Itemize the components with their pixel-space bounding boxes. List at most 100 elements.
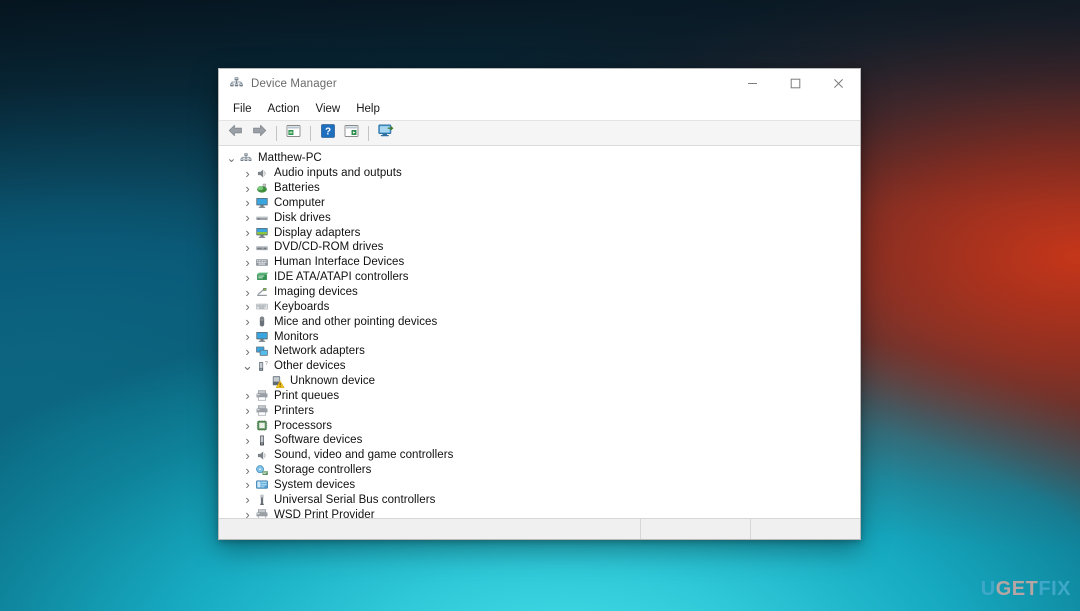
tree-item-label: Keyboards: [274, 300, 330, 313]
computer-root-icon: [238, 151, 254, 165]
tree-row[interactable]: › Universal Serial Bus controllers: [219, 492, 860, 507]
display-adapter-icon: [254, 226, 270, 240]
tree-row[interactable]: › Imaging devices: [219, 285, 860, 300]
properties-button[interactable]: [282, 123, 305, 144]
printer-icon: [254, 389, 270, 403]
tree-row[interactable]: Unknown device: [219, 374, 860, 389]
help-button[interactable]: ?: [316, 123, 339, 144]
chevron-right-icon[interactable]: ›: [241, 344, 254, 359]
window-title: Device Manager: [251, 77, 337, 90]
tree-row[interactable]: › Storage controllers: [219, 463, 860, 478]
chevron-right-icon[interactable]: ›: [241, 166, 254, 181]
tree-item-label: Display adapters: [274, 226, 361, 239]
tree-row[interactable]: › Batteries: [219, 181, 860, 196]
chevron-right-icon[interactable]: ›: [241, 210, 254, 225]
chevron-down-icon[interactable]: ⌄: [225, 151, 238, 165]
tree-row[interactable]: › Monitors: [219, 329, 860, 344]
menu-file[interactable]: File: [225, 100, 260, 119]
ugetfix-watermark: UGETFIX: [981, 579, 1071, 599]
forward-button[interactable]: [248, 123, 271, 144]
status-message: [219, 519, 640, 539]
chevron-right-icon[interactable]: ›: [241, 255, 254, 270]
tree-item-label: Printers: [274, 404, 315, 417]
chevron-right-icon[interactable]: ›: [241, 448, 254, 463]
tree-row[interactable]: › DVD/CD-ROM drives: [219, 240, 860, 255]
tree-row[interactable]: › Audio inputs and outputs: [219, 166, 860, 181]
update-driver-icon: [344, 124, 359, 143]
chevron-right-icon[interactable]: ›: [241, 388, 254, 403]
printer-icon: [254, 404, 270, 418]
tree-item-label: DVD/CD-ROM drives: [274, 241, 384, 254]
chevron-right-icon[interactable]: ›: [241, 225, 254, 240]
tree-item-label: IDE ATA/ATAPI controllers: [274, 271, 409, 284]
mouse-icon: [254, 315, 270, 329]
tree-item-label: Print queues: [274, 389, 340, 402]
scan-hardware-icon: [377, 124, 394, 143]
chevron-right-icon[interactable]: ›: [241, 270, 254, 285]
close-button[interactable]: [817, 69, 860, 98]
chevron-right-icon[interactable]: ›: [241, 433, 254, 448]
keyboard-icon: [254, 300, 270, 314]
minimize-button[interactable]: [731, 69, 774, 98]
tree-row[interactable]: › Software devices: [219, 433, 860, 448]
chevron-right-icon[interactable]: ›: [241, 314, 254, 329]
tree-item-label: Universal Serial Bus controllers: [274, 493, 436, 506]
disk-drive-icon: [254, 211, 270, 225]
menu-view[interactable]: View: [308, 100, 349, 119]
right-arrow-icon: [252, 124, 267, 142]
tree-item-label: Imaging devices: [274, 286, 358, 299]
back-button[interactable]: [224, 123, 247, 144]
chevron-right-icon[interactable]: ›: [241, 463, 254, 478]
chevron-right-icon[interactable]: ›: [241, 477, 254, 492]
tree-item-label: Batteries: [274, 182, 320, 195]
scan-hardware-button[interactable]: [374, 123, 397, 144]
menu-help[interactable]: Help: [348, 100, 388, 119]
maximize-button[interactable]: [774, 69, 817, 98]
title-bar[interactable]: Device Manager: [219, 69, 860, 98]
watermark-part-fix: FIX: [1038, 578, 1071, 600]
svg-text:?: ?: [324, 126, 330, 137]
help-question-icon: ?: [320, 123, 335, 143]
processor-icon: [254, 419, 270, 433]
tree-row[interactable]: › Keyboards: [219, 299, 860, 314]
chevron-right-icon[interactable]: ›: [241, 299, 254, 314]
chevron-right-icon[interactable]: ›: [241, 492, 254, 507]
tree-item-label: Unknown device: [290, 375, 376, 388]
chevron-down-icon[interactable]: ⌄: [241, 359, 254, 373]
update-driver-button[interactable]: [340, 123, 363, 144]
chevron-right-icon[interactable]: ›: [241, 181, 254, 196]
chevron-right-icon[interactable]: ›: [241, 507, 254, 518]
tree-row[interactable]: ⌄? Other devices: [219, 359, 860, 374]
menu-bar: File Action View Help: [219, 98, 860, 121]
menu-action[interactable]: Action: [260, 100, 308, 119]
toolbar-separator: [368, 125, 369, 141]
tree-row[interactable]: › Mice and other pointing devices: [219, 314, 860, 329]
tree-row[interactable]: › WSD Print Provider: [219, 507, 860, 518]
device-manager-window: Device Manager File Action View Help ? ⌄…: [218, 68, 861, 540]
system-device-icon: [254, 478, 270, 492]
chevron-right-icon[interactable]: ›: [241, 329, 254, 344]
tree-row[interactable]: › Sound, video and game controllers: [219, 448, 860, 463]
tree-row[interactable]: › Print queues: [219, 388, 860, 403]
battery-icon: [254, 181, 270, 195]
chevron-right-icon[interactable]: ›: [241, 418, 254, 433]
chevron-right-icon[interactable]: ›: [241, 240, 254, 255]
storage-controller-icon: [254, 463, 270, 477]
tree-row[interactable]: › Printers: [219, 403, 860, 418]
tree-row[interactable]: › Computer: [219, 195, 860, 210]
monitor-icon: [254, 330, 270, 344]
tree-row[interactable]: › Disk drives: [219, 210, 860, 225]
tree-row[interactable]: › Display adapters: [219, 225, 860, 240]
chevron-right-icon[interactable]: ›: [241, 403, 254, 418]
tree-row[interactable]: › IDE ATA/ATAPI controllers: [219, 270, 860, 285]
ide-controller-icon: [254, 270, 270, 284]
tree-row[interactable]: › Human Interface Devices: [219, 255, 860, 270]
tree-row[interactable]: › System devices: [219, 477, 860, 492]
chevron-right-icon[interactable]: ›: [241, 195, 254, 210]
device-tree[interactable]: ⌄ Matthew-PC › Audio inputs and outputs …: [219, 146, 860, 518]
chevron-right-icon[interactable]: ›: [241, 285, 254, 300]
tree-row[interactable]: › Network adapters: [219, 344, 860, 359]
tree-row-root[interactable]: ⌄ Matthew-PC: [219, 151, 860, 166]
tree-item-label: Sound, video and game controllers: [274, 449, 454, 462]
tree-row[interactable]: › Processors: [219, 418, 860, 433]
